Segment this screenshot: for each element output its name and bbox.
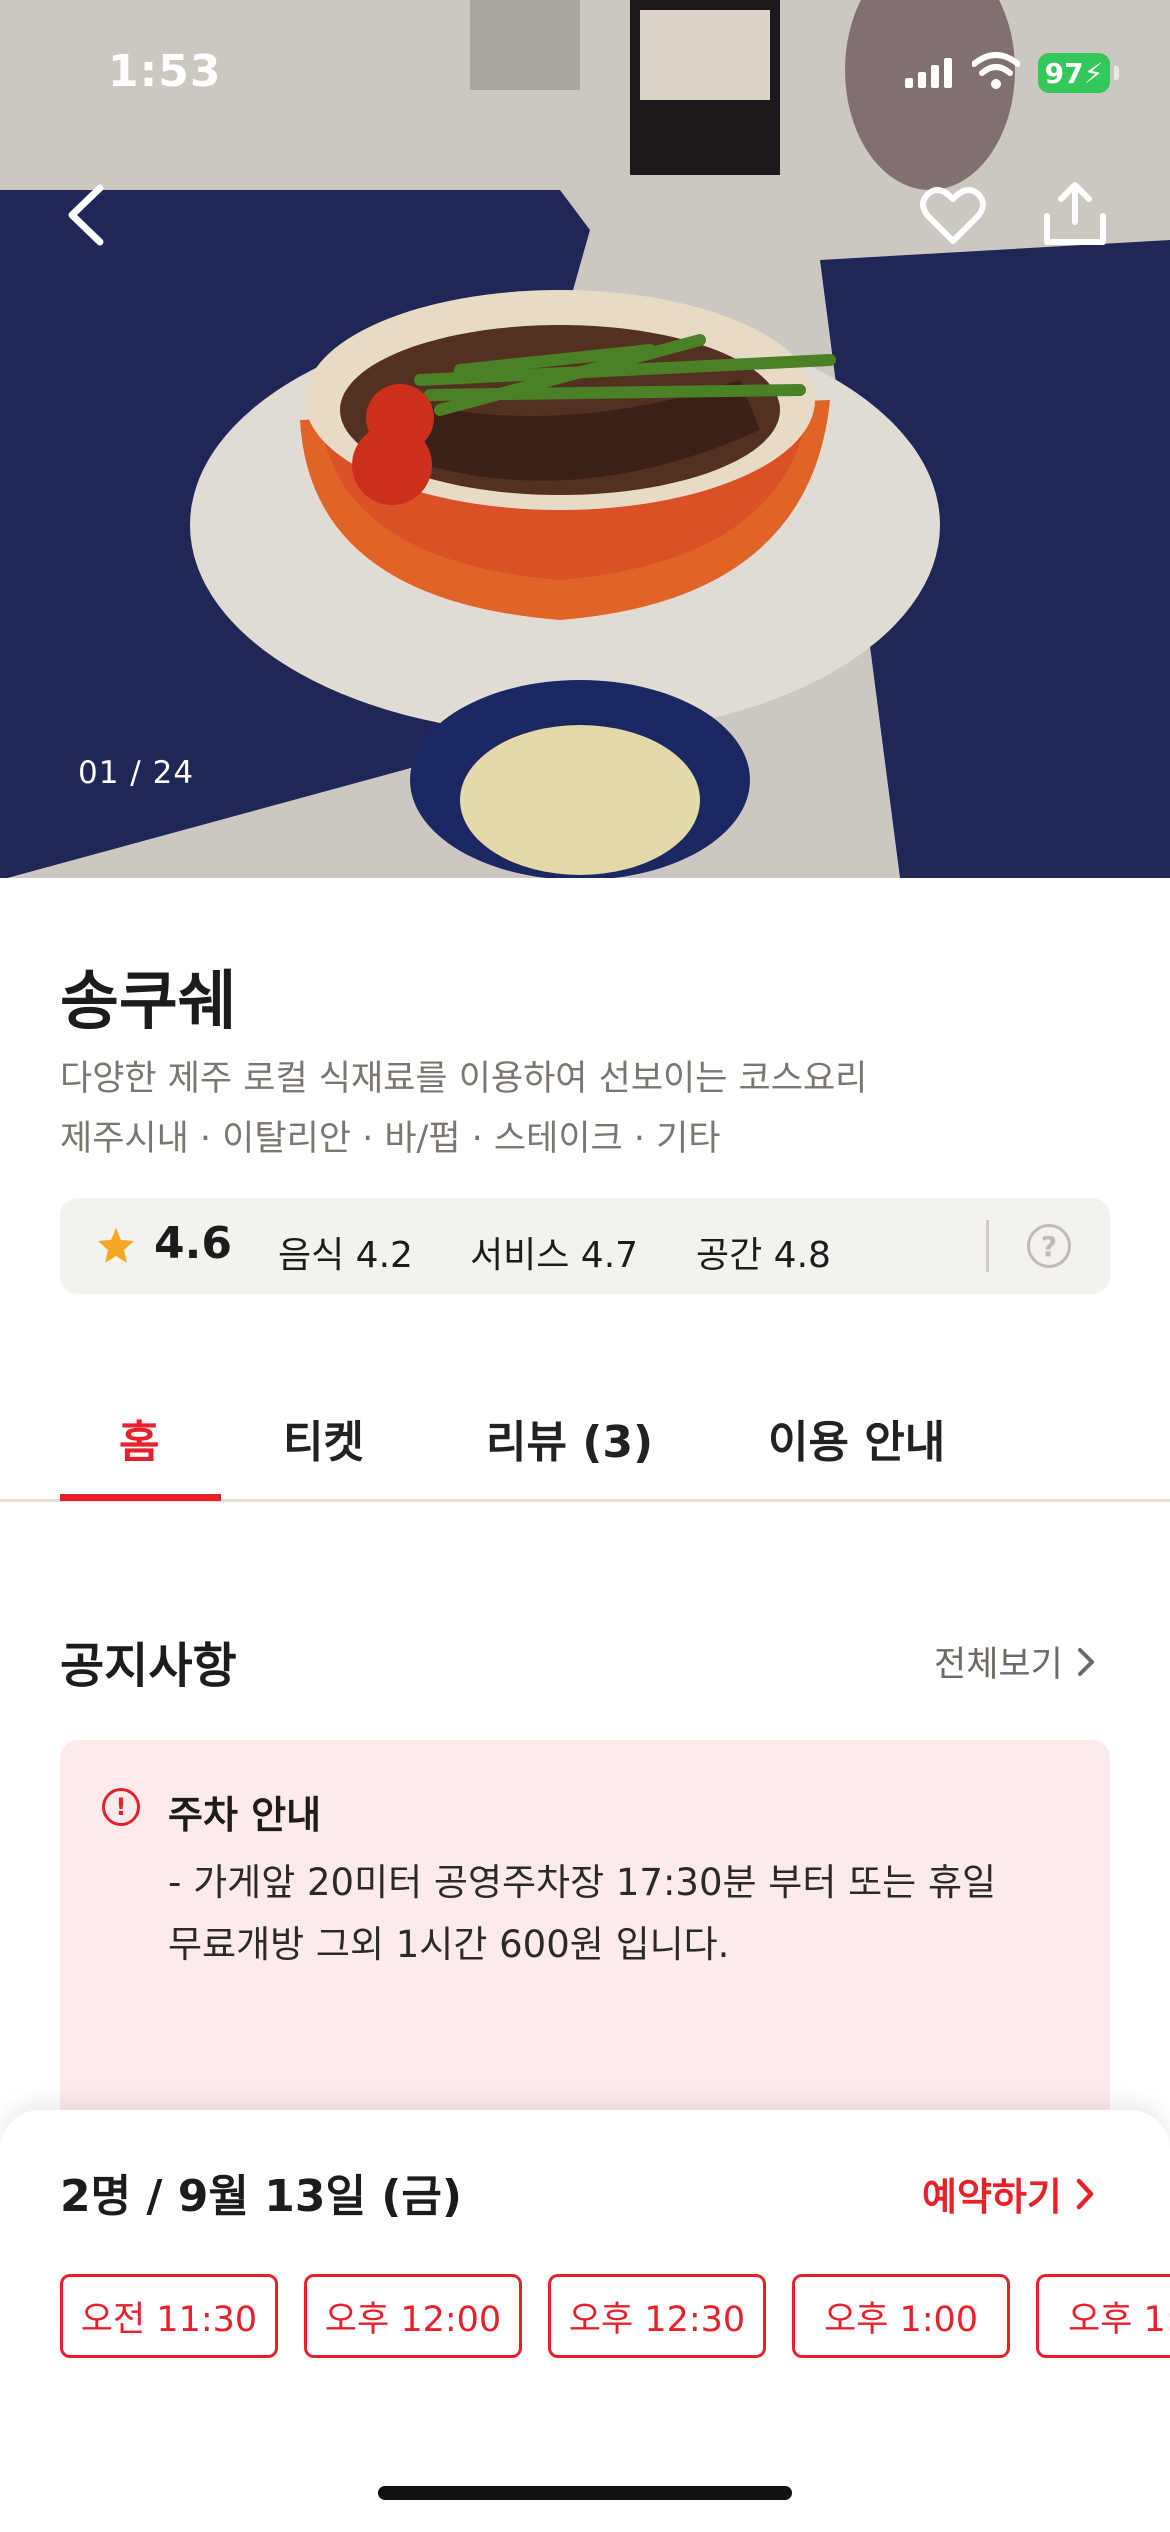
time-slot[interactable]: 오후 12:30	[548, 2274, 766, 2358]
photo-counter: 01 / 24	[78, 755, 195, 791]
rating-food: 음식 4.2	[278, 1235, 413, 1276]
booking-summary[interactable]: 2명 / 9월 13일 (금)	[60, 2160, 462, 2224]
time-slot-list: 오전 11:30 오후 12:00 오후 12:30 오후 1:00 오후 1:…	[60, 2274, 1170, 2358]
status-time: 1:53	[108, 46, 222, 97]
notice-text-line1: - 가게앞 20미터 공영주차장 17:30분 부터 또는 휴일	[168, 1861, 997, 1904]
restaurant-categories: 제주시내 · 이탈리안 · 바/펍 · 스테이크 · 기타	[60, 1119, 721, 1159]
battery-level: 97	[1044, 56, 1084, 90]
battery-icon: 97 ⚡	[1038, 53, 1119, 93]
home-indicator	[378, 2486, 792, 2500]
back-button[interactable]	[40, 170, 130, 260]
notice-card-title: 주차 안내	[168, 1793, 322, 1837]
alert-icon: !	[102, 1788, 140, 1826]
rating-summary: 4.6 음식 4.2 서비스 4.7 공간 4.8 ?	[60, 1198, 1110, 1294]
help-icon[interactable]: ?	[1027, 1224, 1071, 1268]
time-slot[interactable]: 오전 11:30	[60, 2274, 278, 2358]
heart-icon	[920, 187, 986, 244]
tab-info[interactable]: 이용 안내	[768, 1406, 945, 1470]
favorite-button[interactable]	[908, 170, 998, 260]
tab-review[interactable]: 리뷰 (3)	[486, 1406, 653, 1470]
share-button[interactable]	[1030, 168, 1120, 258]
signal-icon	[905, 58, 952, 88]
share-icon	[1044, 182, 1106, 245]
tab-ticket[interactable]: 티켓	[283, 1406, 364, 1470]
rating-service: 서비스 4.7	[470, 1235, 639, 1276]
time-slot[interactable]: 오후 1:00	[792, 2274, 1010, 2358]
hero-photo-gallery[interactable]: 1:53 97 ⚡ 01 / 24	[0, 0, 1170, 878]
see-all-link[interactable]: 전체보기	[934, 1636, 1095, 1687]
active-tab-indicator	[60, 1494, 221, 1501]
chevron-right-icon	[1076, 2178, 1094, 2209]
back-icon	[68, 184, 104, 246]
wifi-icon	[972, 52, 1020, 89]
star-icon	[98, 1228, 134, 1263]
booking-sheet: 2명 / 9월 13일 (금) 예약하기 오전 11:30 오후 12:00 오…	[0, 2110, 1170, 2532]
see-all-label: 전체보기	[934, 1645, 1063, 1685]
notice-card[interactable]: ! 주차 안내 - 가게앞 20미터 공영주차장 17:30분 부터 또는 휴일…	[60, 1740, 1110, 2160]
chevron-right-icon	[1077, 1647, 1094, 1676]
restaurant-name: 송쿠쉐	[60, 965, 237, 1039]
reserve-button[interactable]: 예약하기	[922, 2166, 1094, 2221]
rating-space: 공간 4.8	[696, 1235, 831, 1276]
notice-text-line2: 무료개방 그외 1시간 600원 입니다.	[168, 1923, 730, 1966]
notice-section-title: 공지사항	[60, 1638, 237, 1694]
rating-divider	[986, 1220, 989, 1272]
time-slot[interactable]: 오후 1:30	[1036, 2274, 1170, 2358]
restaurant-description: 다양한 제주 로컬 식재료를 이용하여 선보이는 코스요리	[60, 1059, 868, 1099]
reserve-label: 예약하기	[922, 2175, 1062, 2219]
time-slot[interactable]: 오후 12:00	[304, 2274, 522, 2358]
tab-bar: 홈 티켓 리뷰 (3) 이용 안내	[0, 1350, 1170, 1502]
rating-score: 4.6	[154, 1218, 232, 1269]
tab-home[interactable]: 홈	[119, 1406, 159, 1470]
status-bar: 1:53 97 ⚡	[0, 0, 1170, 150]
